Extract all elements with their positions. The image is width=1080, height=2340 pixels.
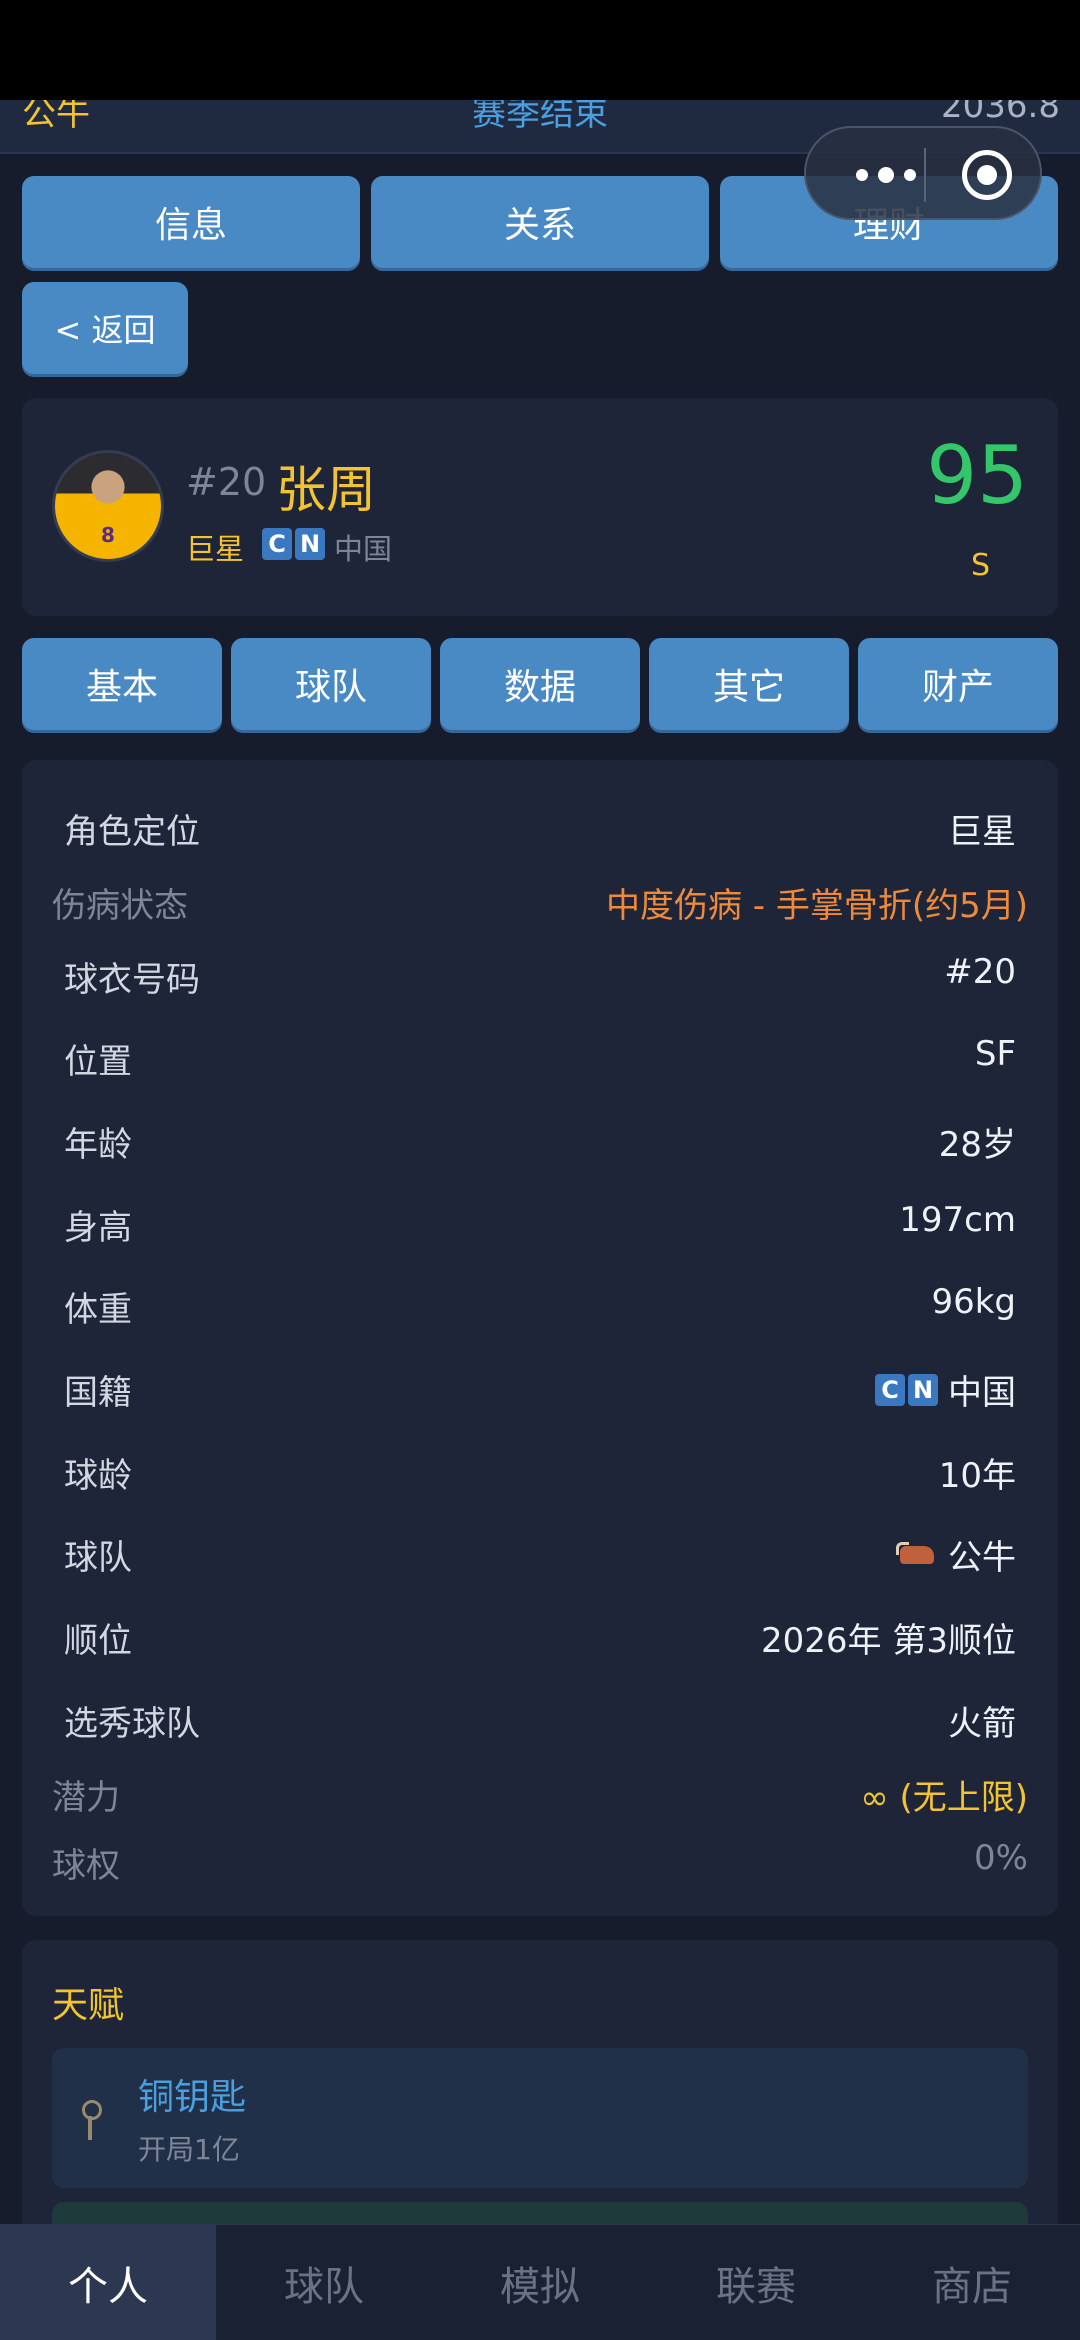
info-key: 顺位 [64,1621,132,1661]
back-button[interactable]: < 返回 [22,282,188,374]
info-row-role: 角色定位 巨星 [22,794,1058,854]
tab-relations[interactable]: 关系 [371,176,709,268]
potential-value: ∞ (无上限) [860,1778,1028,1818]
key-icon [78,2100,102,2144]
player-avatar: 8 [52,450,164,562]
info-key: 球队 [64,1538,132,1578]
info-row-draft-team: 选秀球队 火箭 [22,1686,1058,1746]
bottom-tab-label: 模拟 [500,2263,580,2310]
bottom-tab-league[interactable]: 联赛 [648,2225,864,2340]
info-value: 公牛 [894,1530,1016,1579]
tab-stats[interactable]: 数据 [440,638,640,730]
info-value: #20 [944,952,1016,992]
info-row-years: 球龄 10年 [22,1438,1058,1498]
info-value: 火箭 [948,1704,1016,1744]
info-key: 潜力 [52,1778,120,1818]
info-row-draft: 顺位 2026年 第3顺位 [22,1603,1058,1663]
tab-info-label: 信息 [154,205,227,246]
player-country: 中国 [334,532,393,566]
info-key: 位置 [64,1042,132,1082]
info-row-equity: 球权 0% [22,1828,1058,1888]
tab-other[interactable]: 其它 [649,638,849,730]
country-flag-icon: CN [875,1373,938,1406]
more-icon[interactable] [836,162,936,188]
info-row-jersey: 球衣号码 #20 [22,942,1058,1002]
info-key: 体重 [64,1290,132,1330]
info-key: 国籍 [64,1373,132,1413]
info-row-team: 球队 公牛 [22,1520,1058,1580]
info-row-nationality: 国籍 CN 中国 [22,1355,1058,1415]
player-profile-card: 8 #20 张周 巨星 CN 中国 95 S [22,398,1058,616]
tab-relations-label: 关系 [503,205,576,246]
bottom-tab-label: 商店 [932,2263,1012,2310]
bottom-tab-team[interactable]: 球队 [216,2225,432,2340]
info-row-injury: 伤病状态 中度伤病 - 手掌骨折(约5月) [22,868,1058,928]
talent-item[interactable]: 铜钥匙 开局1亿 [52,2048,1028,2188]
bottom-tab-shop[interactable]: 商店 [864,2225,1080,2340]
info-value: SF [974,1034,1016,1074]
status-bar [0,0,1080,100]
player-rating: 95 [926,429,1028,522]
info-key: 年龄 [64,1125,132,1165]
info-value: 巨星 [948,812,1016,852]
info-key: 选秀球队 [64,1704,200,1744]
player-number: #20 [186,460,267,504]
info-value: 2026年 第3顺位 [761,1621,1016,1661]
info-row-potential: 潜力 ∞ (无上限) [22,1760,1058,1820]
info-value: 28岁 [938,1125,1016,1165]
miniprogram-capsule [804,126,1042,220]
tab-basic-label: 基本 [85,667,158,708]
info-row-position: 位置 SF [22,1024,1058,1084]
tab-assets[interactable]: 财产 [858,638,1058,730]
talent-title: 天赋 [52,1985,125,2026]
info-row-height: 身高 197cm [22,1190,1058,1250]
player-grade: S [970,548,990,583]
back-button-label: < 返回 [54,311,156,349]
capsule-divider [924,148,926,202]
talent-name: 铜钥匙 [138,2077,247,2118]
bottom-tab-label: 联赛 [716,2263,796,2310]
tab-other-label: 其它 [712,667,785,708]
info-key: 球权 [52,1846,120,1886]
tab-assets-label: 财产 [921,667,994,708]
close-miniprogram-icon[interactable] [962,150,1012,200]
info-key: 伤病状态 [52,886,188,926]
info-key: 身高 [64,1208,132,1248]
bottom-tab-personal[interactable]: 个人 [0,2225,216,2340]
info-key: 球龄 [64,1456,132,1496]
bottom-tab-bar: 个人 球队 模拟 联赛 商店 [0,2224,1080,2340]
tab-basic[interactable]: 基本 [22,638,222,730]
info-key: 角色定位 [64,812,200,852]
bottom-tab-label: 个人 [68,2263,148,2310]
team-value: 公牛 [948,1538,1016,1578]
info-value: CN 中国 [875,1365,1016,1414]
nationality-value: 中国 [948,1373,1016,1413]
bottom-tab-simulate[interactable]: 模拟 [432,2225,648,2340]
injury-status-value: 中度伤病 - 手掌骨折(约5月) [605,886,1028,926]
info-row-weight: 体重 96kg [22,1272,1058,1332]
tab-stats-label: 数据 [503,667,576,708]
tab-team[interactable]: 球队 [231,638,431,730]
talent-desc: 开局1亿 [138,2133,240,2166]
info-value: 197cm [899,1200,1016,1240]
info-row-age: 年龄 28岁 [22,1107,1058,1167]
tab-team-label: 球队 [294,667,367,708]
info-value: 10年 [938,1456,1016,1496]
country-flag-icon: CN [262,528,325,560]
player-name: 张周 [276,461,376,519]
bull-icon [894,1541,938,1568]
player-role: 巨星 [186,532,245,566]
player-info-card: 角色定位 巨星 伤病状态 中度伤病 - 手掌骨折(约5月) 球衣号码 #20 位… [22,760,1058,1916]
info-value: 96kg [931,1282,1016,1322]
tab-info[interactable]: 信息 [22,176,360,268]
bottom-tab-label: 球队 [284,2263,364,2310]
info-value: 0% [974,1838,1028,1878]
info-key: 球衣号码 [64,960,200,1000]
game-date-label: 2036.8 [941,100,1060,126]
